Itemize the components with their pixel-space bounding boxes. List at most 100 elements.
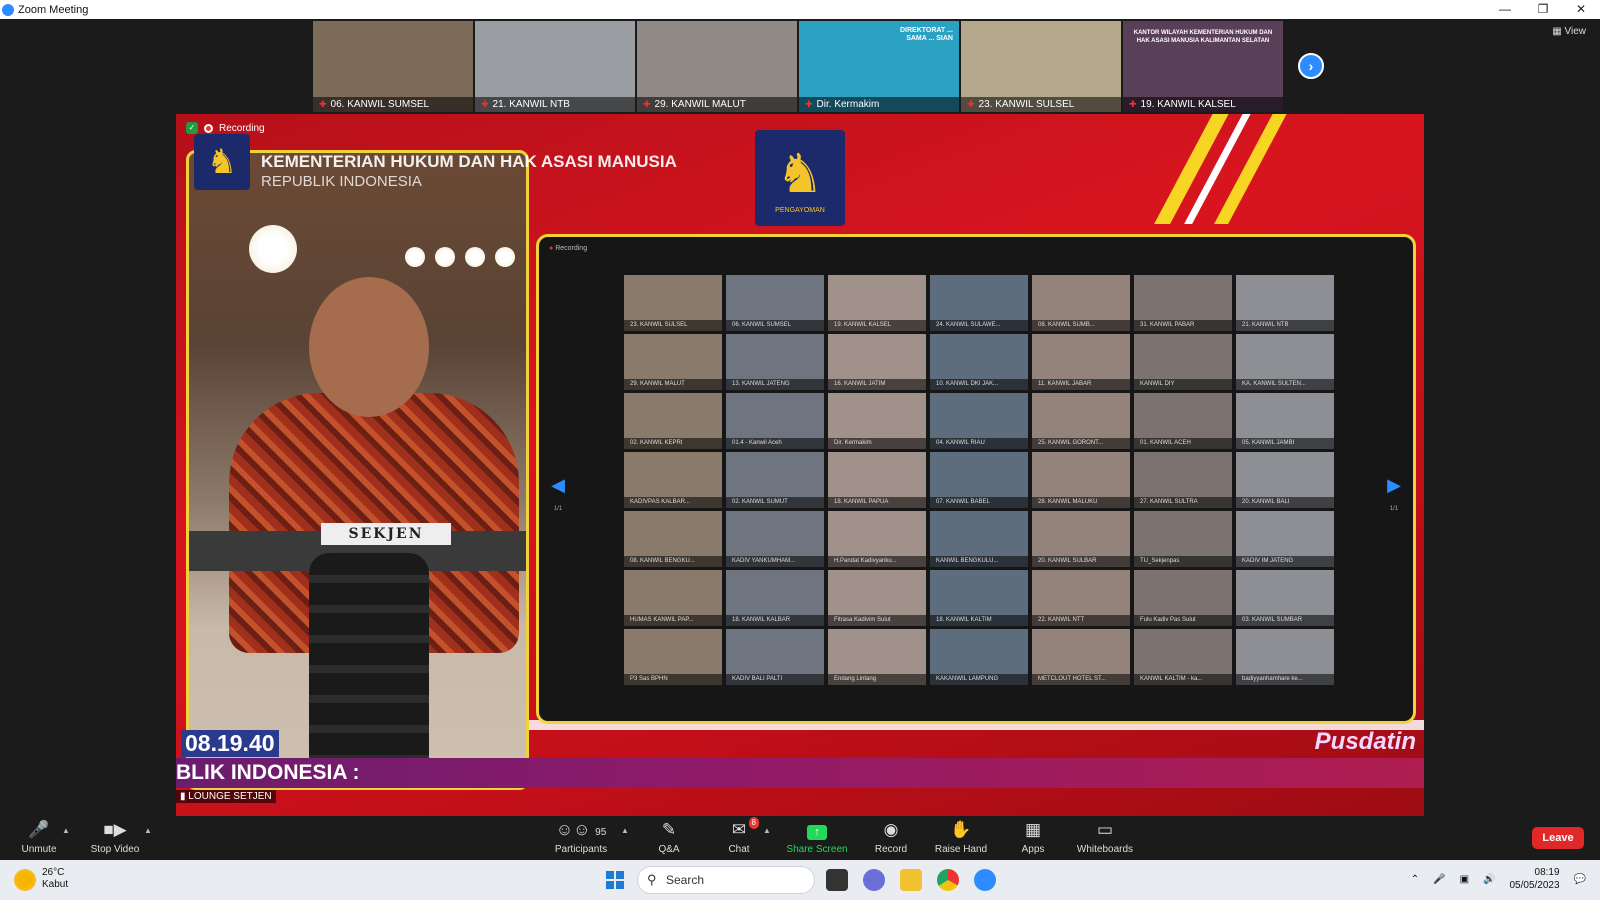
gallery-tile-label: Fulu Kadiv Pas Sulut [1134, 615, 1232, 626]
gallery-tile: KAKANWIL LAMPUNG [930, 629, 1028, 685]
leave-button[interactable]: Leave [1532, 827, 1584, 849]
gallery-tile: 20. KANWIL BALI [1236, 452, 1334, 508]
tray-overflow-icon[interactable]: ⌃ [1411, 874, 1419, 885]
restore-icon[interactable]: ❐ [1524, 0, 1562, 19]
taskbar-search[interactable]: ⚲ Search [637, 866, 815, 894]
record-button[interactable]: ◉ Record [874, 820, 908, 855]
thumb-label: ✚ Dir. Kermakim [799, 97, 959, 112]
apps-label: Apps [1021, 844, 1045, 855]
raise-hand-button[interactable]: ✋ Raise Hand [934, 820, 988, 855]
notifications-icon[interactable]: 💬 [1574, 874, 1586, 885]
stop-video-button[interactable]: ■▶ Stop Video [88, 820, 142, 855]
close-icon[interactable]: ✕ [1562, 0, 1600, 19]
gallery-tile-label: 05. KANWIL JAMBI [1236, 438, 1334, 449]
gallery-tile: 05. KANWIL JAMBI [1236, 393, 1334, 449]
video-thumb-3[interactable]: ✚ 29. KANWIL MALUT [637, 21, 797, 112]
video-thumbnail-strip: ✚ 06. KANWIL SUMSEL ✚ 21. KANWIL NTB ✚ 29. … [313, 21, 1283, 112]
qa-button[interactable]: ✎ Q&A [654, 820, 684, 855]
chrome-icon[interactable] [937, 869, 959, 891]
gallery-tile-label: 01.4 - Kanwil Aceh [726, 438, 824, 449]
gallery-tile-label: 25. KANWIL GORONT... [1032, 438, 1130, 449]
share-screen-icon: ↑ [786, 820, 848, 842]
video-thumb-4[interactable]: DIREKTORAT ... SAMA ... SIAN ✚ Dir. Kerma… [799, 21, 959, 112]
gallery-tile-label: 08. KANWIL SUMB... [1032, 320, 1130, 331]
file-explorer-icon[interactable] [900, 869, 922, 891]
next-page-icon[interactable]: › [1298, 53, 1324, 79]
apps-button[interactable]: ▦ Apps [1021, 820, 1045, 855]
lamp [495, 247, 515, 267]
task-view-icon[interactable] [826, 869, 848, 891]
thumb-overlay-text: DIREKTORAT ... SAMA ... SIAN [899, 27, 953, 42]
weather-widget[interactable]: 26°C Kabut [14, 867, 68, 891]
chat-icon: ✉ 8 [725, 817, 759, 842]
gallery-tile: 23. KANWIL SULSEL [624, 275, 722, 331]
gallery-tile-label: 13. KANWIL JATENG [726, 379, 824, 390]
video-thumb-1[interactable]: ✚ 06. KANWIL SUMSEL [313, 21, 473, 112]
gallery-tile-label: 19. KANWIL KALSEL [828, 320, 926, 331]
gallery-tile: 24. KANWIL SULAWE... [930, 275, 1028, 331]
gallery-tile: 19. KANWIL KALSEL [828, 275, 926, 331]
gallery-tile-label: 06. KANWIL SUMSEL [726, 320, 824, 331]
unmute-label: Unmute [21, 844, 57, 855]
meeting-toolbar: 🎤 Unmute ▲ ■▶ Stop Video ▲ ☺☺ 95 Partici… [0, 816, 1600, 860]
volume-icon[interactable]: 🔊 [1483, 874, 1495, 885]
chat-caret-icon[interactable]: ▲ [763, 826, 771, 835]
windows-start-icon[interactable] [606, 871, 624, 889]
mic-muted-icon: ✚ [319, 99, 327, 109]
gallery-tile-label: 08. KANWIL BENGKU... [624, 556, 722, 567]
whiteboards-button[interactable]: ▭ Whiteboards [1074, 820, 1136, 855]
apps-icon: ▦ [1024, 820, 1042, 839]
thumb-overlay-text: KANTOR WILAYAH KEMENTERIAN HUKUM DAN HAK… [1133, 30, 1273, 44]
gallery-tile-label: 16. KANWIL JATIM [828, 379, 926, 390]
participants-caret-icon[interactable]: ▲ [621, 826, 629, 835]
ministry-title-line2: REPUBLIK INDONESIA [261, 173, 422, 190]
shield-icon: ✓ [186, 122, 198, 134]
gallery-tile-label: Endang Lintang [828, 674, 926, 685]
chat-unread-badge: 8 [748, 817, 759, 829]
mic-muted-icon: ✚ [805, 99, 813, 109]
gallery-tile: HUMAS KANWIL PAP... [624, 570, 722, 626]
gallery-tile-label: TU_Sekjenpas [1134, 556, 1232, 567]
gallery-tile-label: KADIV IM JATENG [1236, 556, 1334, 567]
gallery-tile-label: 18. KANWIL KALBAR [726, 615, 824, 626]
recording-label: Recording [219, 122, 265, 134]
minimize-icon[interactable]: — [1486, 0, 1524, 19]
gallery-tile-label: 28. KANWIL MALUKU [1032, 497, 1130, 508]
gallery-tile: KADIV IM JATENG [1236, 511, 1334, 567]
participants-button[interactable]: ☺☺ 95 Participants [553, 820, 609, 855]
teams-chat-icon[interactable] [863, 869, 885, 891]
gallery-tile: 31. KANWIL PABAR [1134, 275, 1232, 331]
video-options-caret-icon[interactable]: ▲ [144, 826, 152, 835]
inner-zoom-gallery: ● Recording ◀ 1/1 ▶ 1/1 23. KANWIL SULSEL 0… [536, 234, 1416, 724]
gallery-tile: KA. KANWIL SULTEN... [1236, 334, 1334, 390]
participants-icon: ☺☺ 95 [555, 820, 607, 839]
clock[interactable]: 08:19 05/05/2023 [1509, 866, 1559, 892]
gallery-tile-label: HUMAS KANWIL PAP... [624, 615, 722, 626]
gallery-tile-label: H.Pandat Kadivyanku... [828, 556, 926, 567]
gallery-tile: TU_Sekjenpas [1134, 511, 1232, 567]
gallery-tile: 08. KANWIL SUMB... [1032, 275, 1130, 331]
gallery-tile-label: 24. KANWIL SULAWE... [930, 320, 1028, 331]
video-thumb-5[interactable]: ✚ 23. KANWIL SULSEL [961, 21, 1121, 112]
gallery-tile: 18. KANWIL PAPUA [828, 452, 926, 508]
chat-button[interactable]: ✉ 8 Chat [725, 817, 759, 855]
thumb-label: ✚ 29. KANWIL MALUT [637, 97, 797, 112]
gallery-tile-label: 04. KANWIL RIAU [930, 438, 1028, 449]
gallery-tile: Endang Lintang [828, 629, 926, 685]
video-thumb-2[interactable]: ✚ 21. KANWIL NTB [475, 21, 635, 112]
zoom-taskbar-icon[interactable] [974, 869, 996, 891]
network-icon[interactable]: ▣ [1460, 874, 1469, 885]
stop-video-label: Stop Video [90, 844, 140, 855]
gallery-tile: badiyyanhamhare ke... [1236, 629, 1334, 685]
gallery-tile-label: 23. KANWIL SULSEL [624, 320, 722, 331]
mic-muted-icon: ✚ [643, 99, 651, 109]
mic-muted-icon: ✚ [967, 99, 975, 109]
gallery-tile: Fitrasa Kadivim Sulut [828, 570, 926, 626]
video-thumb-6[interactable]: KANTOR WILAYAH KEMENTERIAN HUKUM DAN HAK… [1123, 21, 1283, 112]
view-button[interactable]: ▦ View [1552, 26, 1586, 37]
share-screen-button[interactable]: ↑ Share Screen [786, 820, 848, 855]
audio-options-caret-icon[interactable]: ▲ [62, 826, 70, 835]
gallery-tile: 11. KANWIL JABAR [1032, 334, 1130, 390]
microphone-icon[interactable]: 🎤 [1433, 874, 1445, 885]
unmute-button[interactable]: 🎤 Unmute [18, 820, 60, 855]
